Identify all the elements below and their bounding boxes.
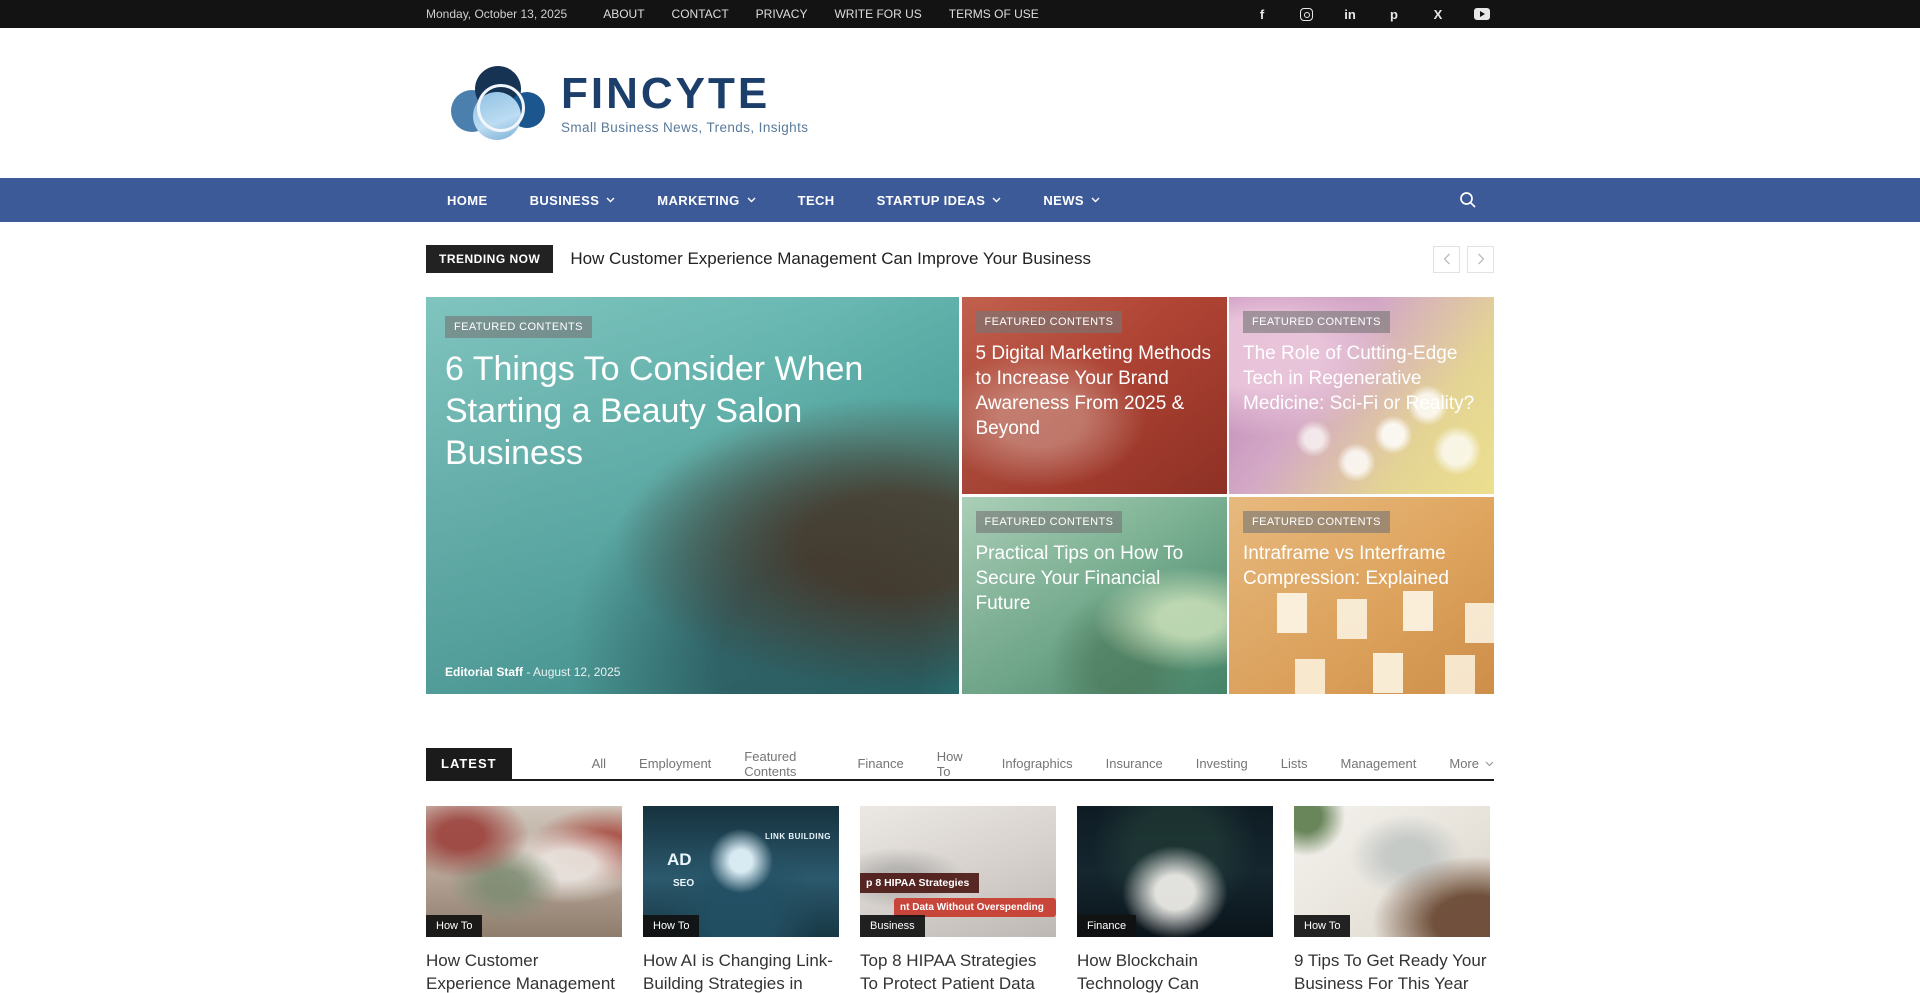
chevron-down-icon [1485, 761, 1494, 767]
latest-badge: LATEST [426, 748, 512, 779]
article-title[interactable]: The Role of Cutting-Edge Tech in Regener… [1243, 341, 1482, 416]
chevron-down-icon [606, 197, 615, 203]
search-button[interactable] [1442, 178, 1494, 222]
site-header: FINCYTE Small Business News, Trends, Ins… [0, 28, 1920, 178]
main-nav: HOME BUSINESS MARKETING TECH STARTUP IDE… [0, 178, 1920, 222]
social-icons: f in p X [1250, 2, 1494, 26]
chevron-down-icon [747, 197, 756, 203]
article-card: AD SEO LINK BUILDING How To How AI is Ch… [643, 806, 839, 993]
filter-employment[interactable]: Employment [639, 756, 711, 771]
chevron-right-icon [1477, 253, 1485, 265]
category-badge[interactable]: Business [860, 915, 925, 937]
nav-item-business[interactable]: BUSINESS [509, 178, 637, 222]
filter-management[interactable]: Management [1340, 756, 1416, 771]
article-title[interactable]: How Blockchain Technology Can Transform … [1077, 950, 1273, 993]
search-icon [1459, 191, 1477, 209]
article-title[interactable]: 6 Things To Consider When Starting a Bea… [445, 349, 885, 474]
article-author[interactable]: Editorial Staff [445, 665, 523, 679]
next-arrow-button[interactable] [1467, 246, 1494, 273]
category-badge[interactable]: How To [426, 915, 482, 937]
topbar-link-write-for-us[interactable]: WRITE FOR US [834, 7, 921, 21]
article-card: Finance How Blockchain Technology Can Tr… [1077, 806, 1273, 993]
filter-investing[interactable]: Investing [1196, 756, 1248, 771]
logo-title: FINCYTE [561, 72, 808, 116]
featured-contents-badge[interactable]: FEATURED CONTENTS [1243, 511, 1390, 533]
featured-contents-badge[interactable]: FEATURED CONTENTS [976, 511, 1123, 533]
article-thumbnail[interactable]: How To [1294, 806, 1490, 937]
filter-how-to[interactable]: How To [937, 749, 969, 779]
chevron-left-icon [1443, 253, 1451, 265]
prev-arrow-button[interactable] [1433, 246, 1460, 273]
nav-item-news[interactable]: NEWS [1022, 178, 1121, 222]
article-date: August 12, 2025 [533, 665, 620, 679]
category-filters: All Employment Featured Contents Finance… [592, 749, 1494, 779]
article-card: p 8 HIPAA Strategies nt Data Without Ove… [860, 806, 1056, 993]
filter-more[interactable]: More [1449, 756, 1494, 771]
article-title[interactable]: 5 Digital Marketing Methods to Increase … [976, 341, 1215, 441]
article-title[interactable]: Top 8 HIPAA Strategies To Protect Patien… [860, 950, 1056, 993]
current-date: Monday, October 13, 2025 [426, 7, 567, 21]
featured-grid: FEATURED CONTENTS 6 Things To Consider W… [426, 297, 1494, 694]
featured-article-medicine[interactable]: FEATURED CONTENTS The Role of Cutting-Ed… [1229, 297, 1494, 494]
nav-item-home[interactable]: HOME [426, 178, 509, 222]
instagram-icon[interactable] [1294, 2, 1318, 26]
article-card: How To 9 Tips To Get Ready Your Business… [1294, 806, 1490, 993]
article-title[interactable]: How Customer Experience Management Can I… [426, 950, 622, 993]
filter-all[interactable]: All [592, 756, 606, 771]
latest-section: LATEST All Employment Featured Contents … [426, 748, 1494, 781]
x-icon[interactable]: X [1426, 2, 1450, 26]
filter-finance[interactable]: Finance [857, 756, 903, 771]
pinterest-icon[interactable]: p [1382, 2, 1406, 26]
chevron-down-icon [1091, 197, 1100, 203]
featured-contents-badge[interactable]: FEATURED CONTENTS [445, 316, 592, 338]
topbar-link-about[interactable]: ABOUT [603, 7, 644, 21]
facebook-icon[interactable]: f [1250, 2, 1274, 26]
featured-article-financial-future[interactable]: FEATURED CONTENTS Practical Tips on How … [962, 497, 1227, 694]
article-card: How To How Customer Experience Managemen… [426, 806, 622, 993]
article-title[interactable]: 9 Tips To Get Ready Your Business For Th… [1294, 950, 1490, 993]
logo-tagline: Small Business News, Trends, Insights [561, 120, 808, 135]
article-thumbnail[interactable]: How To [426, 806, 622, 937]
article-thumbnail[interactable]: AD SEO LINK BUILDING How To [643, 806, 839, 937]
trending-section: TRENDING NOW How Customer Experience Man… [0, 245, 1920, 273]
featured-article-main[interactable]: FEATURED CONTENTS 6 Things To Consider W… [426, 297, 959, 694]
article-thumbnail[interactable]: Finance [1077, 806, 1273, 937]
article-title[interactable]: How AI is Changing Link-Building Strateg… [643, 950, 839, 993]
featured-contents-badge[interactable]: FEATURED CONTENTS [1243, 311, 1390, 333]
trending-headline[interactable]: How Customer Experience Management Can I… [570, 249, 1091, 269]
article-thumbnail[interactable]: p 8 HIPAA Strategies nt Data Without Ove… [860, 806, 1056, 937]
youtube-icon[interactable] [1470, 2, 1494, 26]
filter-infographics[interactable]: Infographics [1002, 756, 1073, 771]
topbar-link-contact[interactable]: CONTACT [672, 7, 729, 21]
filter-featured-contents[interactable]: Featured Contents [744, 749, 824, 779]
site-logo[interactable]: FINCYTE Small Business News, Trends, Ins… [451, 66, 1494, 140]
category-badge[interactable]: Finance [1077, 915, 1136, 937]
nav-item-startup-ideas[interactable]: STARTUP IDEAS [856, 178, 1023, 222]
filter-insurance[interactable]: Insurance [1106, 756, 1163, 771]
article-title[interactable]: Practical Tips on How To Secure Your Fin… [976, 541, 1215, 616]
nav-item-tech[interactable]: TECH [777, 178, 856, 222]
category-badge[interactable]: How To [1294, 915, 1350, 937]
featured-article-marketing[interactable]: FEATURED CONTENTS 5 Digital Marketing Me… [962, 297, 1227, 494]
nav-item-marketing[interactable]: MARKETING [636, 178, 776, 222]
featured-contents-badge[interactable]: FEATURED CONTENTS [976, 311, 1123, 333]
latest-cards-row: How To How Customer Experience Managemen… [426, 806, 1494, 993]
logo-circles-icon [451, 66, 547, 140]
article-title[interactable]: Intraframe vs Interframe Compression: Ex… [1243, 541, 1482, 591]
top-bar: Monday, October 13, 2025 ABOUT CONTACT P… [0, 0, 1920, 28]
chevron-down-icon [992, 197, 1001, 203]
topbar-link-privacy[interactable]: PRIVACY [756, 7, 808, 21]
topbar-link-terms-of-use[interactable]: TERMS OF USE [949, 7, 1039, 21]
linkedin-icon[interactable]: in [1338, 2, 1362, 26]
filter-lists[interactable]: Lists [1281, 756, 1308, 771]
featured-article-compression[interactable]: FEATURED CONTENTS Intraframe vs Interfra… [1229, 497, 1494, 694]
topbar-links: ABOUT CONTACT PRIVACY WRITE FOR US TERMS… [603, 7, 1039, 21]
trending-badge: TRENDING NOW [426, 245, 553, 273]
latest-header-bar: LATEST All Employment Featured Contents … [426, 748, 1494, 781]
category-badge[interactable]: How To [643, 915, 699, 937]
